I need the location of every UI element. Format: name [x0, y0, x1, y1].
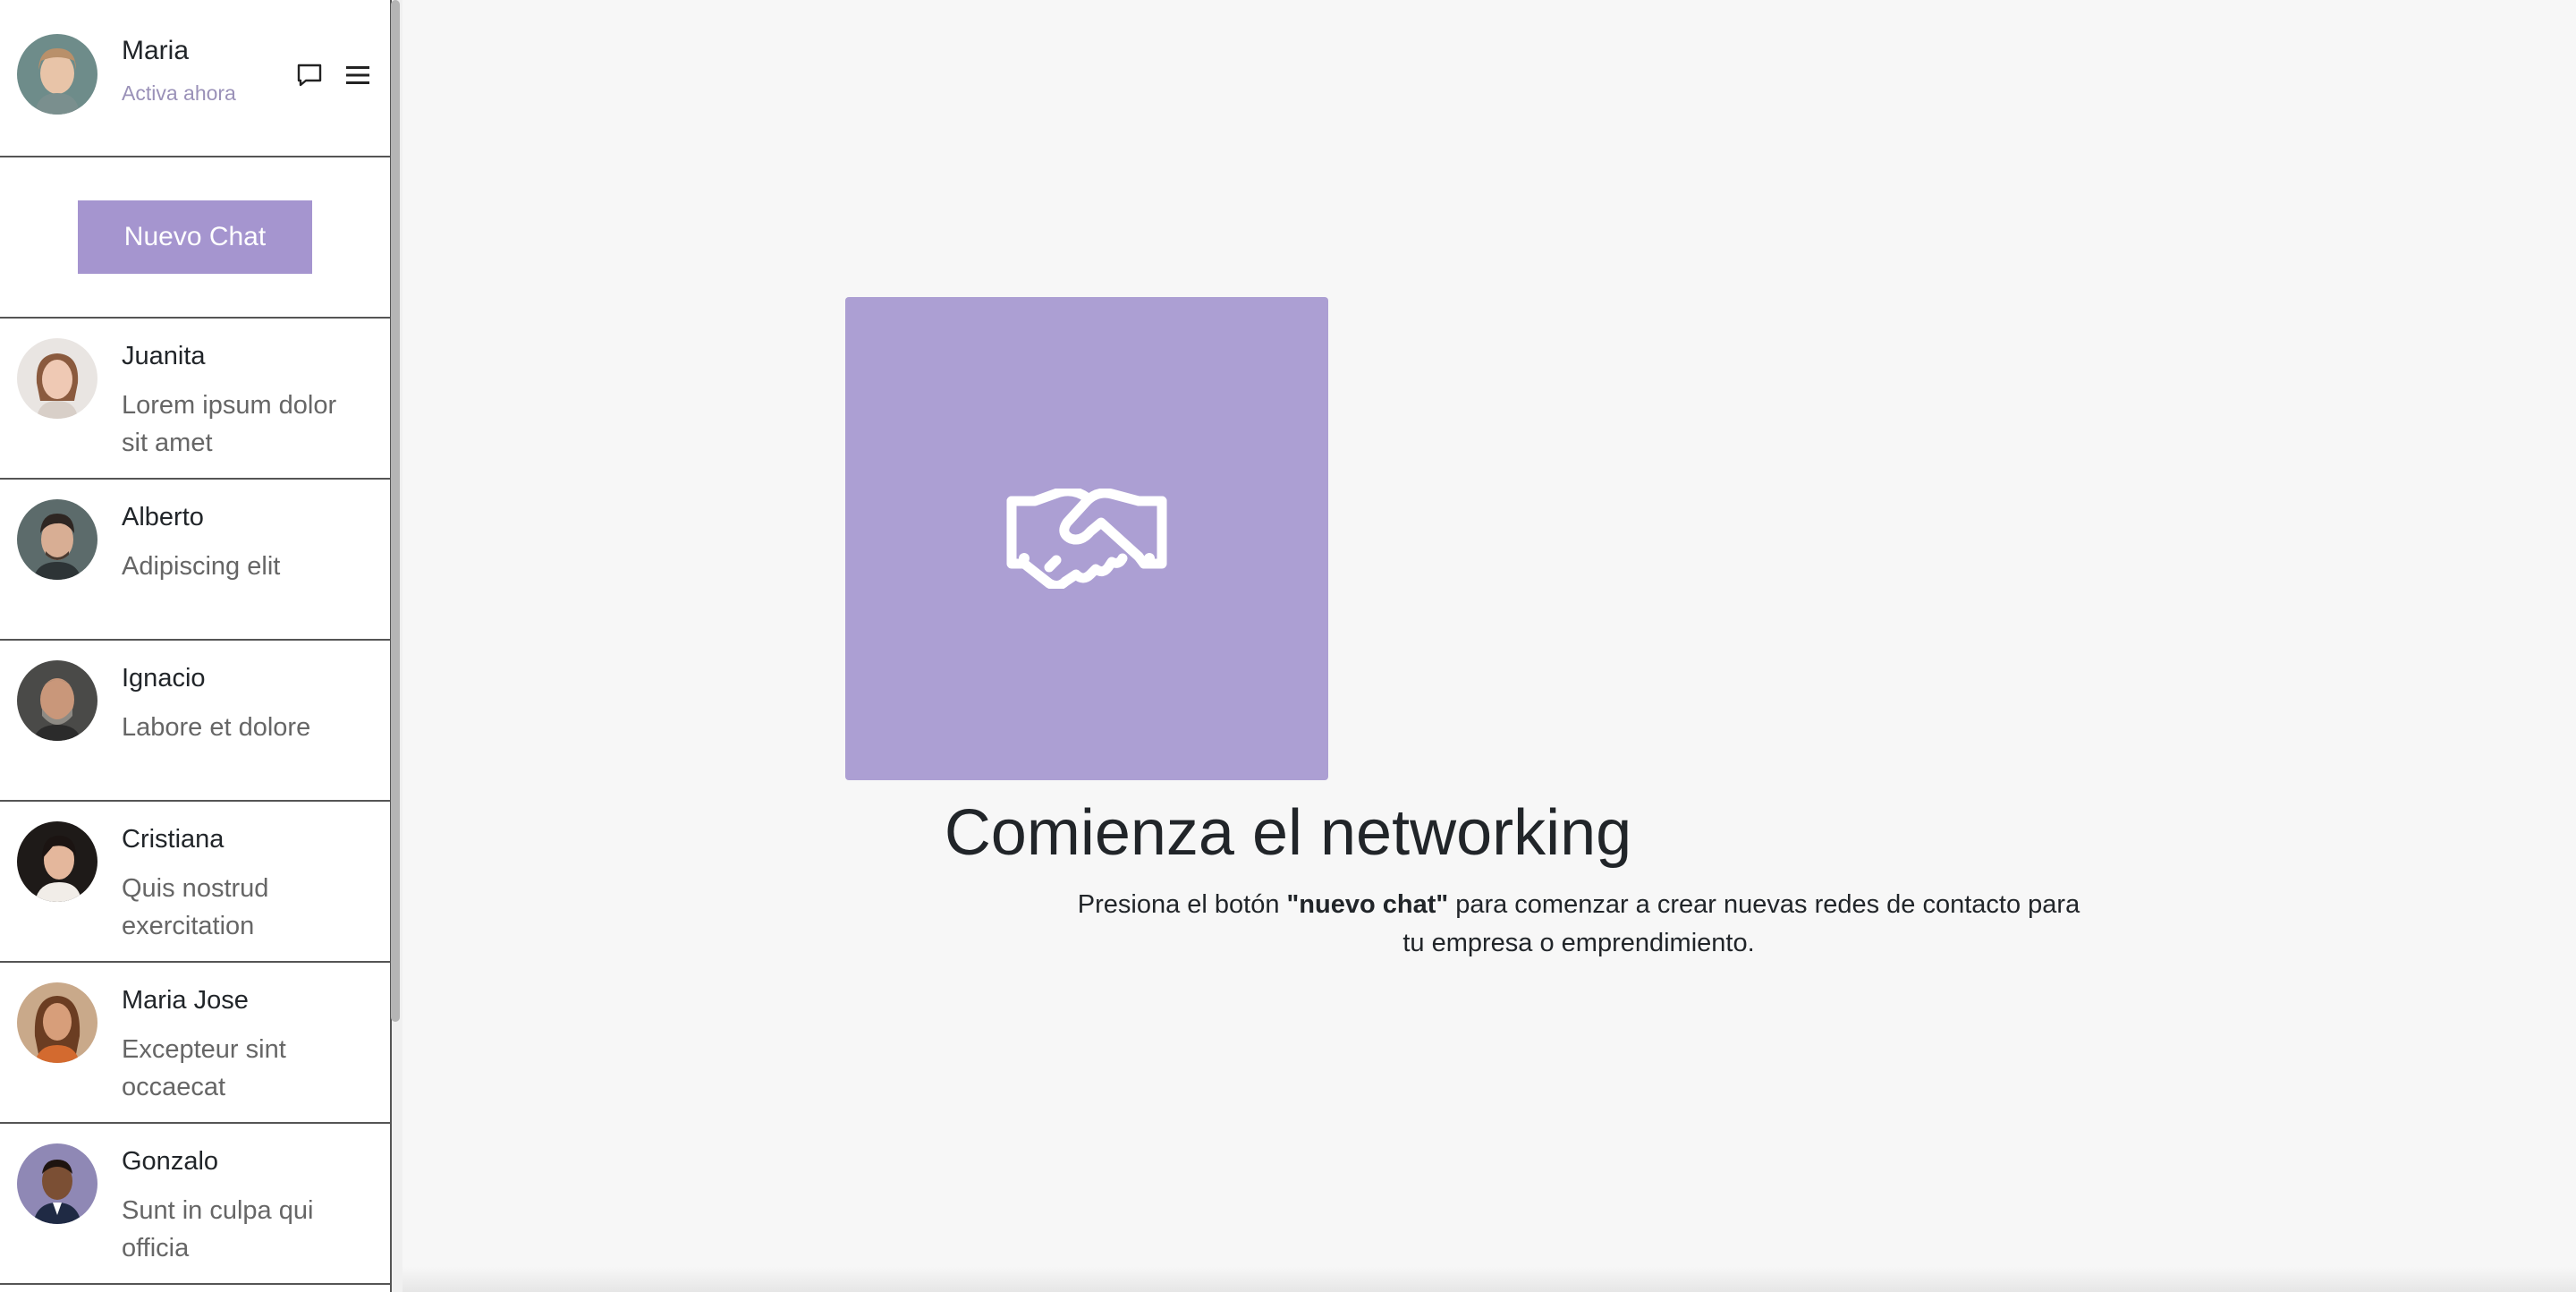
user-avatar[interactable]	[17, 34, 97, 115]
contact-last-message: Labore et dolore	[122, 713, 311, 742]
contact-item-alberto[interactable]: Alberto Adipiscing elit	[0, 480, 390, 641]
sidebar: Maria Activa ahora Nuevo Chat Juanita Lo…	[0, 0, 392, 1292]
contact-last-message: Excepteur sint occaecat	[122, 1035, 286, 1101]
contact-last-message: Quis nostrud exercitation	[122, 874, 269, 940]
description-text: Presiona el botón	[1077, 890, 1287, 919]
contact-item-juanita[interactable]: Juanita Lorem ipsum dolor sit amet	[0, 319, 390, 480]
main-panel	[402, 0, 2576, 1292]
chat-bubble-icon[interactable]	[292, 57, 327, 93]
contact-last-message: Lorem ipsum dolor sit amet	[122, 391, 337, 457]
contact-name: Alberto	[122, 503, 204, 531]
hamburger-menu-icon[interactable]	[340, 57, 376, 93]
hero-image	[845, 297, 1328, 780]
main-title: Comienza el networking	[944, 797, 1632, 869]
contact-name: Gonzalo	[122, 1147, 219, 1176]
new-chat-section: Nuevo Chat	[0, 157, 390, 319]
description-bold: "nuevo chat"	[1286, 890, 1449, 919]
contact-avatar	[17, 660, 97, 741]
handshake-icon	[1006, 489, 1167, 589]
contact-last-message: Sunt in culpa qui officia	[122, 1196, 314, 1262]
contact-item-ignacio[interactable]: Ignacio Labore et dolore	[0, 641, 390, 802]
user-name: Maria	[122, 36, 190, 65]
contact-avatar	[17, 982, 97, 1063]
contact-item-maria-jose[interactable]: Maria Jose Excepteur sint occaecat	[0, 963, 390, 1124]
user-status: Activa ahora	[122, 81, 236, 105]
contact-avatar	[17, 1143, 97, 1224]
main-description: Presiona el botón "nuevo chat" para come…	[1073, 886, 2084, 963]
bottom-shade	[402, 1267, 2576, 1292]
profile-header: Maria Activa ahora	[0, 0, 390, 157]
contact-last-message: Adipiscing elit	[122, 552, 281, 581]
contact-name: Maria Jose	[122, 986, 249, 1015]
contact-name: Ignacio	[122, 664, 206, 693]
description-text-end: para comenzar a crear nuevas redes de co…	[1402, 890, 2080, 957]
contact-item-gonzalo[interactable]: Gonzalo Sunt in culpa qui officia	[0, 1124, 390, 1285]
contact-name: Juanita	[122, 342, 206, 370]
new-chat-button[interactable]: Nuevo Chat	[78, 200, 312, 274]
contact-avatar	[17, 499, 97, 580]
contact-avatar	[17, 338, 97, 419]
